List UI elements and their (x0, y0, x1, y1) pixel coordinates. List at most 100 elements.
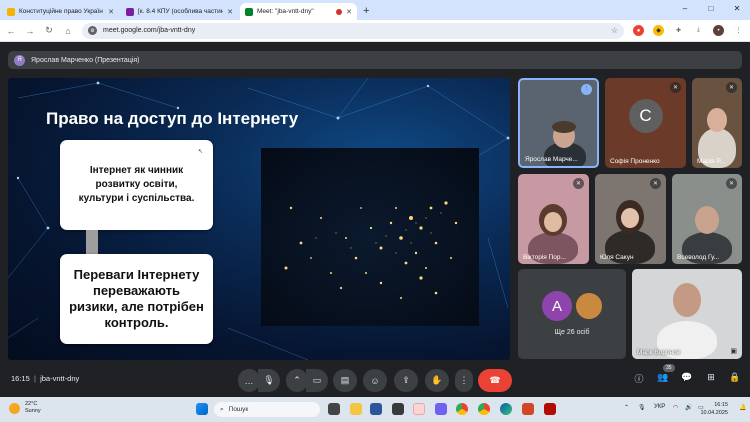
participant-name: Юля Сакун (600, 254, 634, 261)
participant-tile[interactable]: ✕ Всеволод Гу... (672, 174, 742, 264)
extension-icon[interactable]: ◆ (653, 25, 664, 36)
maximize-button[interactable]: □ (698, 0, 724, 18)
close-tab-icon[interactable]: ✕ (346, 8, 352, 16)
more-options-button[interactable]: ⋮ (455, 369, 473, 392)
address-bar[interactable]: ⚙ meet.google.com/jba-vntt-dny ☆ (82, 22, 624, 39)
presenter-avatar: Я (14, 54, 25, 66)
extension-icon[interactable]: ● (633, 25, 644, 36)
participant-tile[interactable]: ✕ Вікторія Пор... (518, 174, 589, 264)
file-explorer-icon[interactable] (350, 403, 362, 415)
meeting-code: jba-vntt-dny (40, 374, 80, 383)
meet-control-bar: 16:15 | jba-vntt-dny … 🎙 ⌃ ▭ ▤ ☺ ⇪ ✋ ⋮ ☎… (0, 364, 750, 396)
participant-name: Вікторія Пор... (523, 254, 566, 261)
meeting-time: 16:15 (11, 374, 30, 383)
participant-avatar: A (542, 291, 572, 321)
word-icon[interactable] (370, 403, 382, 415)
host-controls-icon[interactable]: 🔒 (727, 372, 743, 383)
close-tab-icon[interactable]: ✕ (227, 8, 233, 16)
windows-start-icon[interactable] (196, 403, 208, 415)
recording-indicator-icon (336, 8, 343, 15)
chrome-icon[interactable] (456, 403, 468, 415)
browser-tab-2[interactable]: [к. 8.4 КПУ (особлива частин ✕ (121, 3, 238, 20)
self-view-tile[interactable]: Марк Воронов ▣ (632, 269, 742, 359)
participant-video (544, 212, 562, 232)
taskbar-clock[interactable]: 16:15 10.04.2025 (700, 401, 728, 417)
slide-title: Право на доступ до Інтернету (46, 109, 299, 128)
participant-avatar (574, 291, 604, 321)
browser-tab-bar: Конституційне право Україн ✕ [к. 8.4 КПУ… (0, 0, 750, 20)
tray-chevron-icon[interactable]: ⌃ (624, 404, 629, 411)
close-tab-icon[interactable]: ✕ (108, 8, 114, 16)
windows-taskbar: 22°C Sunny ⌕ Пошук ⌃ 🎙 УКР ◠ 🔊 ▭ 16:15 1… (0, 397, 750, 422)
weather-widget[interactable]: 22°C Sunny (9, 401, 41, 415)
close-window-button[interactable]: ✕ (724, 0, 750, 18)
forward-icon[interactable]: → (25, 26, 35, 36)
people-count-badge: 35 (663, 364, 675, 372)
edge-icon[interactable] (500, 403, 512, 415)
participant-tile[interactable]: ⫶ Ярослав Марче... (518, 78, 599, 168)
temperature: 22°C (25, 401, 38, 407)
browser-tab-1[interactable]: Конституційне право Україн ✕ (2, 3, 119, 20)
raise-hand-button[interactable]: ✋ (425, 369, 449, 392)
captions-button[interactable]: ▤ (333, 369, 357, 392)
leave-call-button[interactable]: ☎ (478, 369, 512, 392)
powerpoint-icon[interactable] (522, 403, 534, 415)
browser-menu-icon[interactable]: ⋮ (733, 25, 744, 36)
weather-text: 22°C Sunny (25, 401, 41, 415)
downloads-icon[interactable]: ⤓ (693, 25, 704, 36)
present-screen-button[interactable]: ⇪ (394, 369, 418, 392)
app-icon[interactable] (392, 403, 404, 415)
telegram-icon[interactable] (413, 403, 425, 415)
bookmark-star-icon[interactable]: ☆ (611, 26, 618, 35)
meeting-details-icon[interactable]: ⓘ (631, 372, 647, 385)
participant-name: Марк Воронов (637, 349, 681, 356)
pdf-icon[interactable] (544, 403, 556, 415)
mic-off-icon: ✕ (573, 178, 584, 189)
video-options-button[interactable]: ⌃ (286, 369, 308, 392)
extensions-puzzle-icon[interactable]: ✚ (673, 25, 684, 36)
profile-avatar[interactable]: • (713, 25, 724, 36)
mic-tray-icon[interactable]: 🎙 (638, 404, 646, 411)
meet-favicon-icon (245, 7, 253, 16)
browser-tab-meet[interactable]: Meet: "jba-vntt-dny" ✕ (240, 3, 357, 20)
more-audio-options-button[interactable]: … (238, 369, 260, 392)
more-participants-tile[interactable]: A Ще 26 осіб (518, 269, 626, 359)
participant-name: Ярослав Марче... (525, 156, 578, 163)
minimize-button[interactable]: – (672, 0, 698, 18)
wifi-icon[interactable]: ◠ (673, 404, 678, 411)
home-icon[interactable]: ⌂ (63, 26, 73, 36)
site-info-icon[interactable]: ⚙ (88, 26, 97, 35)
search-placeholder: Пошук (228, 406, 249, 413)
participant-tile[interactable]: ✕ Марія Р... (692, 78, 742, 168)
microphone-button[interactable]: 🎙 (258, 369, 280, 392)
chrome-icon[interactable] (478, 403, 490, 415)
shared-presentation: Право на доступ до Інтернету Інтернет як… (8, 78, 510, 360)
docs-favicon-icon (7, 7, 15, 16)
viber-icon[interactable] (435, 403, 447, 415)
participant-tile[interactable]: ✕ Юля Сакун (595, 174, 666, 264)
task-view-icon[interactable] (328, 403, 340, 415)
page-favicon-icon (126, 7, 134, 16)
taskbar-search[interactable]: ⌕ Пошук (214, 402, 320, 417)
speaker-icon[interactable]: 🔊 (685, 404, 692, 411)
new-tab-button[interactable]: + (363, 5, 369, 17)
people-icon[interactable]: 👥 (655, 372, 671, 383)
url-text[interactable]: meet.google.com/jba-vntt-dny (103, 27, 605, 34)
chat-icon[interactable]: 💬 (679, 372, 695, 383)
participant-video (673, 283, 701, 317)
mic-off-icon: ✕ (650, 178, 661, 189)
reactions-button[interactable]: ☺ (363, 369, 387, 392)
presenter-bar: Я Ярослав Марченко (Презентація) (8, 51, 742, 69)
slide-card-top: Інтернет як чинник розвитку освіти, куль… (60, 140, 213, 230)
activities-icon[interactable]: ⊞ (703, 372, 719, 383)
back-icon[interactable]: ← (6, 26, 16, 36)
participant-tile[interactable]: С ✕ Софія Проненко (605, 78, 686, 168)
mouse-cursor-icon: ↖ (198, 149, 204, 155)
mic-off-icon: ✕ (726, 178, 737, 189)
language-indicator[interactable]: УКР (654, 404, 665, 410)
notifications-bell-icon[interactable]: 🔔 (739, 404, 746, 411)
pin-icon[interactable]: ▣ (730, 347, 737, 355)
camera-button[interactable]: ▭ (306, 369, 328, 392)
participant-avatar: С (628, 98, 663, 133)
reload-icon[interactable]: ↻ (44, 25, 54, 36)
